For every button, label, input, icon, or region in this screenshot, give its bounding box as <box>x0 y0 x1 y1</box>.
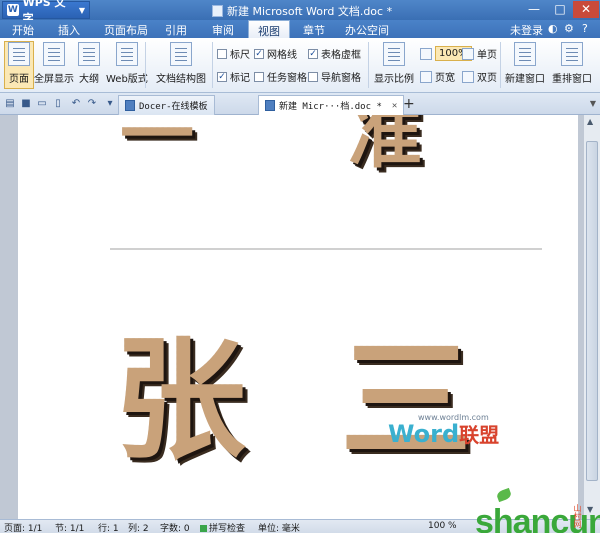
print-preview-icon[interactable]: ▯ <box>52 98 64 110</box>
open-folder-icon[interactable]: ▤ <box>4 98 16 110</box>
tab-docer-templates[interactable]: Docer-在线模板 <box>118 95 215 115</box>
scrollbar-thumb[interactable] <box>586 141 598 481</box>
web-layout-icon <box>115 42 138 66</box>
undo-icon[interactable]: ↶ <box>70 98 82 110</box>
view-outline-button[interactable]: 大纲 <box>78 42 100 85</box>
ribbon-view: 页面 全屏显示 大纲 Web版式 文档结构图 标尺 ✓ 网格线 ✓ 表格虚框 ✓… <box>0 38 600 93</box>
close-button[interactable]: ✕ <box>573 1 599 18</box>
status-row: 行: 1 <box>98 524 119 533</box>
status-col: 列: 2 <box>128 524 149 533</box>
login-link[interactable]: 未登录 <box>510 22 543 38</box>
checkbox-checked: ✓ <box>308 48 318 59</box>
status-word-count[interactable]: 字数: 0 <box>160 521 190 533</box>
ribbon-divider <box>368 42 369 88</box>
wps-logo-icon: W <box>7 4 19 16</box>
menu-home[interactable]: 开始 <box>12 22 34 38</box>
document-icon <box>212 5 223 17</box>
maximize-button[interactable]: □ <box>548 1 572 18</box>
arrange-windows-icon <box>561 42 583 66</box>
app-menu-button[interactable]: W WPS 文字 ▼ <box>2 0 90 25</box>
nav-pane-checkbox[interactable]: 导航窗格 <box>308 69 361 84</box>
page-width-button[interactable]: 页宽 <box>420 69 455 84</box>
art-text-char: 准 <box>348 115 422 182</box>
zoom-100-icon <box>420 47 432 60</box>
print-icon[interactable]: ▭ <box>36 98 48 110</box>
ribbon-divider <box>500 42 501 88</box>
scroll-up-icon[interactable]: ▲ <box>587 117 593 126</box>
word-lianmeng-watermark: www.wordlm.com Word联盟 <box>388 413 500 448</box>
view-fullscreen-button[interactable]: 全屏显示 <box>34 42 74 85</box>
status-unit: 单位: 毫米 <box>258 524 300 533</box>
menu-references[interactable]: 引用 <box>165 22 187 38</box>
table-gridlines-checkbox[interactable]: ✓ 表格虚框 <box>308 46 361 61</box>
single-page-button[interactable]: 单页 <box>462 46 497 61</box>
menu-review[interactable]: 审阅 <box>212 22 234 38</box>
view-page-button[interactable]: 页面 <box>4 41 34 89</box>
tab-current-document[interactable]: 新建 Micr···档.doc * ✕ <box>258 95 405 115</box>
new-window-icon <box>514 42 536 66</box>
page-width-icon <box>420 70 432 83</box>
doc-structure-button[interactable]: 文档结构图 <box>156 42 206 85</box>
checkbox-box <box>308 71 318 82</box>
arrange-windows-button[interactable]: 重排窗口 <box>552 42 592 85</box>
fullscreen-icon <box>43 42 65 66</box>
checkbox-checked: ✓ <box>217 71 227 82</box>
minimize-button[interactable]: — <box>522 1 546 18</box>
help-icon[interactable]: ? <box>582 22 588 35</box>
ribbon-divider <box>212 42 213 88</box>
menu-page-layout[interactable]: 页面布局 <box>104 22 148 38</box>
skin-icon[interactable]: ◐ <box>548 22 558 35</box>
document-structure-icon <box>170 42 192 66</box>
menu-view[interactable]: 视图 <box>248 20 290 38</box>
art-text-char: 张 <box>114 323 246 478</box>
checkbox-box <box>254 71 264 82</box>
title-bar: W WPS 文字 ▼ 新建 Microsoft Word 文档.doc * — … <box>0 0 600 25</box>
zoom-button[interactable]: 显示比例 <box>374 42 414 85</box>
settings-icon[interactable]: ⚙ <box>564 22 574 35</box>
status-zoom[interactable]: 100 % <box>428 521 457 531</box>
outline-icon <box>78 42 100 66</box>
gridlines-checkbox[interactable]: ✓ 网格线 <box>254 46 297 61</box>
shancun-net-label: 山村网 <box>573 504 582 528</box>
double-page-icon <box>462 70 474 83</box>
save-icon[interactable]: ■ <box>20 98 32 110</box>
ribbon-divider <box>145 42 146 88</box>
add-tab-icon[interactable]: + <box>403 96 415 112</box>
document-tab-bar: ▤ ■ ▭ ▯ ↶ ↷ ▾ Docer-在线模板 新建 Micr···档.doc… <box>0 93 600 115</box>
single-page-icon <box>462 47 474 60</box>
vertical-scrollbar[interactable]: ▲ ▼ <box>583 115 600 519</box>
menu-chapter[interactable]: 章节 <box>303 22 325 38</box>
chevron-down-icon: ▼ <box>78 5 85 15</box>
checkbox-checked: ✓ <box>254 48 264 59</box>
status-section: 节: 1/1 <box>55 524 85 533</box>
view-web-button[interactable]: Web版式 <box>106 42 148 85</box>
document-icon <box>265 100 275 111</box>
status-page: 页面: 1/1 <box>4 524 43 533</box>
menu-bar: 开始 插入 页面布局 引用 审阅 视图 章节 办公空间 未登录 ◐ ⚙ ? <box>0 20 600 38</box>
close-tab-icon[interactable]: ✕ <box>392 101 397 111</box>
spell-check-icon <box>200 525 207 532</box>
menu-office-space[interactable]: 办公空间 <box>345 22 389 38</box>
window-title: 新建 Microsoft Word 文档.doc * <box>212 3 392 19</box>
document-canvas[interactable]: 一 准 张 三 www.wordlm.com Word联盟 <box>0 115 583 519</box>
magnifier-icon <box>383 42 405 66</box>
ruler-checkbox[interactable]: 标尺 <box>217 46 250 61</box>
markup-checkbox[interactable]: ✓ 标记 <box>217 69 250 84</box>
task-pane-checkbox[interactable]: 任务窗格 <box>254 69 307 84</box>
docer-icon <box>125 100 135 111</box>
page-view-icon <box>8 42 30 66</box>
double-page-button[interactable]: 双页 <box>462 69 497 84</box>
document-page[interactable]: 一 准 张 三 www.wordlm.com Word联盟 <box>18 115 578 519</box>
customize-dropdown-icon[interactable]: ▾ <box>104 98 116 110</box>
menu-insert[interactable]: 插入 <box>58 22 80 38</box>
checkbox-box <box>217 48 227 59</box>
page-separator <box>110 248 542 250</box>
spell-check-toggle[interactable]: 拼写检查 <box>200 521 245 533</box>
redo-icon[interactable]: ↷ <box>86 98 98 110</box>
new-window-button[interactable]: 新建窗口 <box>505 42 545 85</box>
art-text-char: 一 <box>120 115 194 182</box>
tab-list-chevron-icon[interactable]: ▼ <box>590 99 596 108</box>
